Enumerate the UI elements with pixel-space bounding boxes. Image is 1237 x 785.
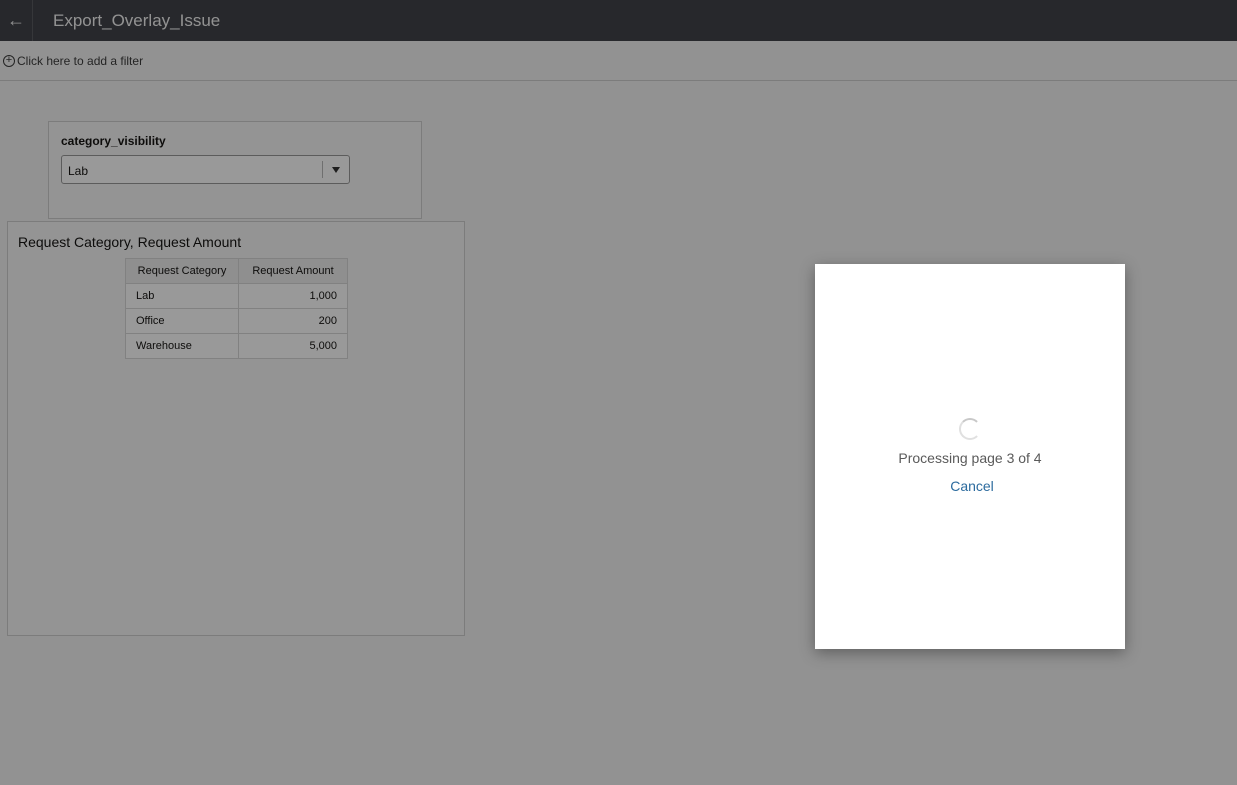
cancel-button[interactable]: Cancel [815, 478, 1129, 494]
progress-text: Processing page 3 of 4 [898, 450, 1042, 466]
loading-spinner-icon [959, 418, 981, 440]
export-progress-dialog: Processing page 3 of 4 Cancel [815, 264, 1125, 649]
